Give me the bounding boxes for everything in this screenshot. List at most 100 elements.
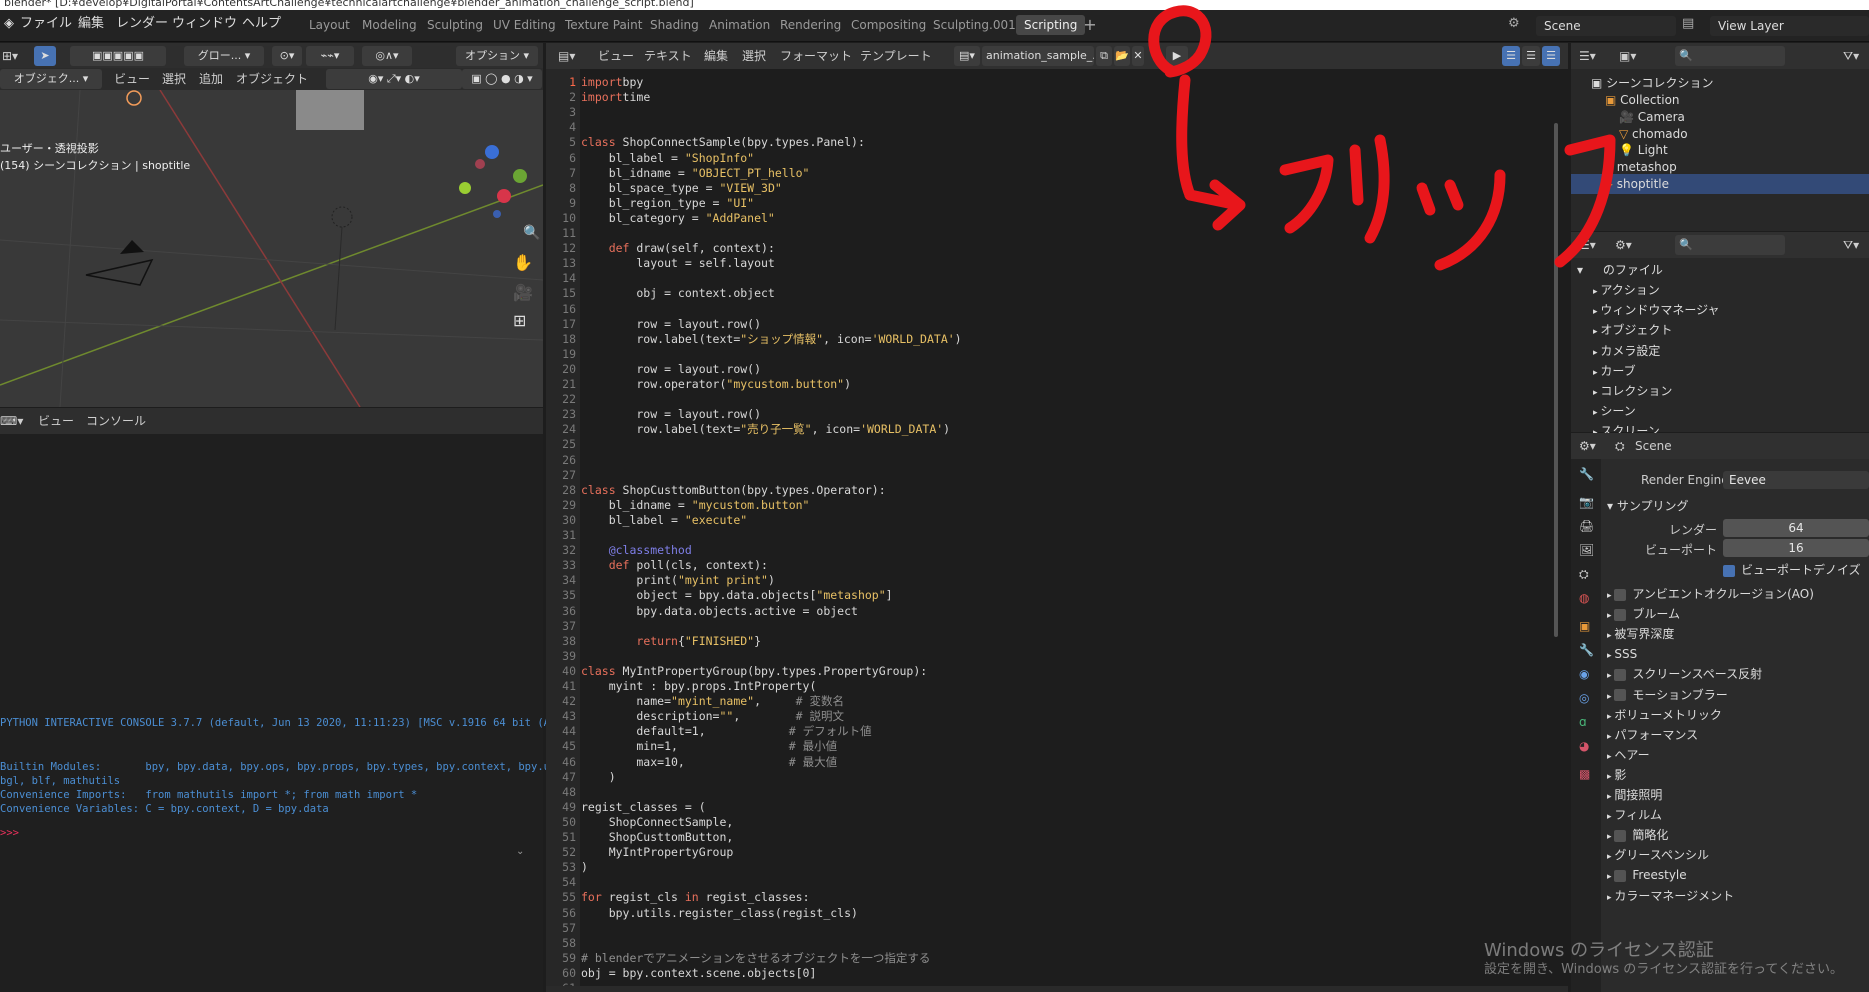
code-line[interactable]: 33 def poll(cls, context): xyxy=(546,558,1546,573)
physics-tab-icon[interactable]: ◎ xyxy=(1579,691,1589,705)
outliner[interactable]: ☰▾ ▣▾ 🔍 ⛛▾ ▣ シーンコレクション ▣ Collection 🎥 Cam… xyxy=(1571,43,1869,231)
properties-panel-section[interactable]: ▸ Freestyle xyxy=(1601,864,1869,886)
line-numbers-toggle-icon[interactable]: ☰ xyxy=(1502,46,1520,66)
blend-editor-type-icon[interactable]: ☰▾ xyxy=(1579,236,1596,254)
properties-panel-section[interactable]: ▸ 間接照明 xyxy=(1601,784,1869,806)
blend-file-item[interactable]: ▸ カーブ xyxy=(1571,361,1869,381)
blend-file-outliner[interactable]: ☰▾ ⚙▾ 🔍 ⛛▾ ▾ のファイル ▸ アクション ▸ ウィンドウマネージャ ▸ … xyxy=(1571,232,1869,438)
tab-shading[interactable]: Shading xyxy=(642,15,707,35)
code-horizontal-scrollbar[interactable] xyxy=(546,986,1568,992)
text-browse-icon[interactable]: ▤▾ xyxy=(954,46,980,66)
texture-tab-icon[interactable]: ▩ xyxy=(1579,767,1590,781)
code-line[interactable]: 37 xyxy=(546,619,1546,634)
unlink-text-icon[interactable]: ✕ xyxy=(1132,46,1144,66)
particles-tab-icon[interactable]: ◉ xyxy=(1579,667,1589,681)
scene-icon[interactable]: ⚙ xyxy=(1508,10,1520,38)
checkbox-icon[interactable] xyxy=(1614,689,1627,701)
checkbox-icon[interactable] xyxy=(1614,869,1627,882)
add-workspace-button[interactable]: + xyxy=(1080,15,1100,35)
properties-editor-type-icon[interactable]: ⚙▾ xyxy=(1579,437,1596,455)
properties-panel-section[interactable]: ▸ ブルーム xyxy=(1601,603,1869,625)
properties-panel-section[interactable]: ▸ ヘアー xyxy=(1601,744,1869,766)
text-menu-edit[interactable]: 編集 xyxy=(704,47,728,65)
layers-icon[interactable]: ▤ xyxy=(1682,10,1694,38)
code-line[interactable]: 19 xyxy=(546,347,1546,362)
properties-panel-section[interactable]: ▸ グリースペンシル xyxy=(1601,844,1869,866)
code-line[interactable]: 49 regist_classes = ( xyxy=(546,800,1546,815)
code-line[interactable]: 2 importtime xyxy=(546,90,1546,105)
viewport-scene[interactable]: 🔍 ✋ 🎥 ⊞ xyxy=(0,90,543,407)
code-line[interactable]: 25 xyxy=(546,437,1546,452)
text-menu-templates[interactable]: テンプレート xyxy=(860,47,932,65)
code-line[interactable]: 4 xyxy=(546,120,1546,135)
code-line[interactable]: 18 row.label(text="ショップ情報", icon='WORLD_… xyxy=(546,332,1546,347)
code-line[interactable]: 54 xyxy=(546,875,1546,890)
code-line[interactable]: 53) xyxy=(546,860,1546,875)
blend-file-item[interactable]: ▸ ウィンドウマネージャ xyxy=(1571,300,1869,320)
blend-search-input[interactable]: 🔍 xyxy=(1675,235,1785,255)
code-line[interactable]: 21 row.operator("mycustom.button") xyxy=(546,377,1546,392)
code-line[interactable]: 13 layout = self.layout xyxy=(546,256,1546,271)
render-samples-field[interactable]: 64 xyxy=(1723,519,1869,537)
sampling-panel[interactable]: ▾ サンプリング xyxy=(1601,495,1869,517)
code-line[interactable]: 24 row.label(text="売り子一覧", icon='WORLD_D… xyxy=(546,422,1546,437)
code-line[interactable]: 15 obj = context.object xyxy=(546,286,1546,301)
code-line[interactable]: 3 xyxy=(546,105,1546,120)
editor-type-icon[interactable]: ⊞▾ xyxy=(2,47,18,65)
viewport-menu-add[interactable]: 追加 xyxy=(199,70,223,88)
code-line[interactable]: 10 bl_category = "AddPanel" xyxy=(546,211,1546,226)
code-line[interactable]: 27 xyxy=(546,468,1546,483)
data-tab-icon[interactable]: ɑ xyxy=(1579,715,1587,729)
code-line[interactable]: 55 for regist_cls in regist_classes: xyxy=(546,890,1546,905)
code-line[interactable]: 47 ) xyxy=(546,770,1546,785)
code-line[interactable]: 42 name="myint_name", # 変数名 xyxy=(546,694,1546,709)
text-menu-select[interactable]: 選択 xyxy=(742,47,766,65)
console-menu-view[interactable]: ビュー xyxy=(38,412,74,430)
text-menu-text[interactable]: テキスト xyxy=(644,47,692,65)
checkbox-icon[interactable] xyxy=(1614,588,1627,601)
properties-panel-section[interactable]: ▸ アンビエントオクルージョン(AO) xyxy=(1601,583,1869,605)
code-line[interactable]: 17 row = layout.row() xyxy=(546,317,1546,332)
code-line[interactable]: 43 description="", # 説明文 xyxy=(546,709,1546,724)
code-line[interactable]: 41 myint : bpy.props.IntProperty( xyxy=(546,679,1546,694)
viewport-3d[interactable]: ⊞▾ ➤ ▣▣▣▣▣ グロー... ▾ ⊙▾ ⌁⌁▾ ◎∧▾ オプション ▾ オ… xyxy=(0,43,543,407)
viewport-menu-select[interactable]: 選択 xyxy=(162,70,186,88)
console-prompt[interactable]: >>> xyxy=(0,827,25,839)
tool-tab-icon[interactable]: 🔧 xyxy=(1579,467,1594,481)
menu-file[interactable]: ファイル xyxy=(20,10,72,38)
blend-file-item[interactable]: ▸ カメラ設定 xyxy=(1571,341,1869,361)
scene-selector[interactable]: Scene xyxy=(1536,16,1676,36)
render-engine-select[interactable]: Eevee xyxy=(1723,471,1869,489)
properties-panel-section[interactable]: ▸ 影 xyxy=(1601,764,1869,786)
code-line[interactable]: 6 bl_label = "ShopInfo" xyxy=(546,151,1546,166)
code-line[interactable]: 60 obj = bpy.context.scene.objects[0] xyxy=(546,966,1546,981)
blend-file-root[interactable]: ▾ のファイル xyxy=(1571,260,1869,280)
output-tab-icon[interactable]: 🖨 xyxy=(1579,519,1594,533)
code-line[interactable]: 48 xyxy=(546,785,1546,800)
shading-mode-icons[interactable]: ▣ ◯ ● ◑ ▾ xyxy=(462,69,542,89)
checkbox-icon[interactable] xyxy=(1614,668,1627,681)
viewport-menu-object[interactable]: オブジェクト xyxy=(236,70,308,88)
checkbox-icon[interactable] xyxy=(1614,608,1627,621)
menu-window[interactable]: ウィンドウ xyxy=(172,10,237,38)
code-line[interactable]: 9 bl_region_type = "UI" xyxy=(546,196,1546,211)
code-line[interactable]: 39 xyxy=(546,649,1546,664)
text-menu-format[interactable]: フォーマット xyxy=(780,47,852,65)
select-tool-icon[interactable]: ➤ xyxy=(34,46,56,66)
code-line[interactable]: 57 xyxy=(546,921,1546,936)
text-file-name[interactable]: animation_sample_... xyxy=(982,46,1094,66)
tab-rendering[interactable]: Rendering xyxy=(772,15,849,35)
outliner-item-shoptitle[interactable]: ⟡ shoptitle xyxy=(1571,174,1869,194)
open-text-icon[interactable]: 📂 xyxy=(1114,46,1130,66)
blend-file-item[interactable]: ▸ コレクション xyxy=(1571,381,1869,401)
code-line[interactable]: 5 class ShopConnectSample(bpy.types.Panel… xyxy=(546,135,1546,150)
properties-panel-section[interactable]: ▸ スクリーンスペース反射 xyxy=(1601,663,1869,685)
view-layer-selector[interactable]: View Layer xyxy=(1710,16,1869,36)
text-editor[interactable]: ▤▾ ビュー テキスト 編集 選択 フォーマット テンプレート ▤▾ anima… xyxy=(546,43,1568,992)
mode-dropdown[interactable]: オブジェク... ▾ xyxy=(0,69,102,89)
code-line[interactable]: 35 object = bpy.data.objects["metashop"] xyxy=(546,588,1546,603)
tab-uv-editing[interactable]: UV Editing xyxy=(485,15,564,35)
tab-modeling[interactable]: Modeling xyxy=(354,15,425,35)
tab-scripting[interactable]: Scripting xyxy=(1016,15,1086,35)
word-wrap-toggle-icon[interactable]: ☰ xyxy=(1522,46,1540,66)
